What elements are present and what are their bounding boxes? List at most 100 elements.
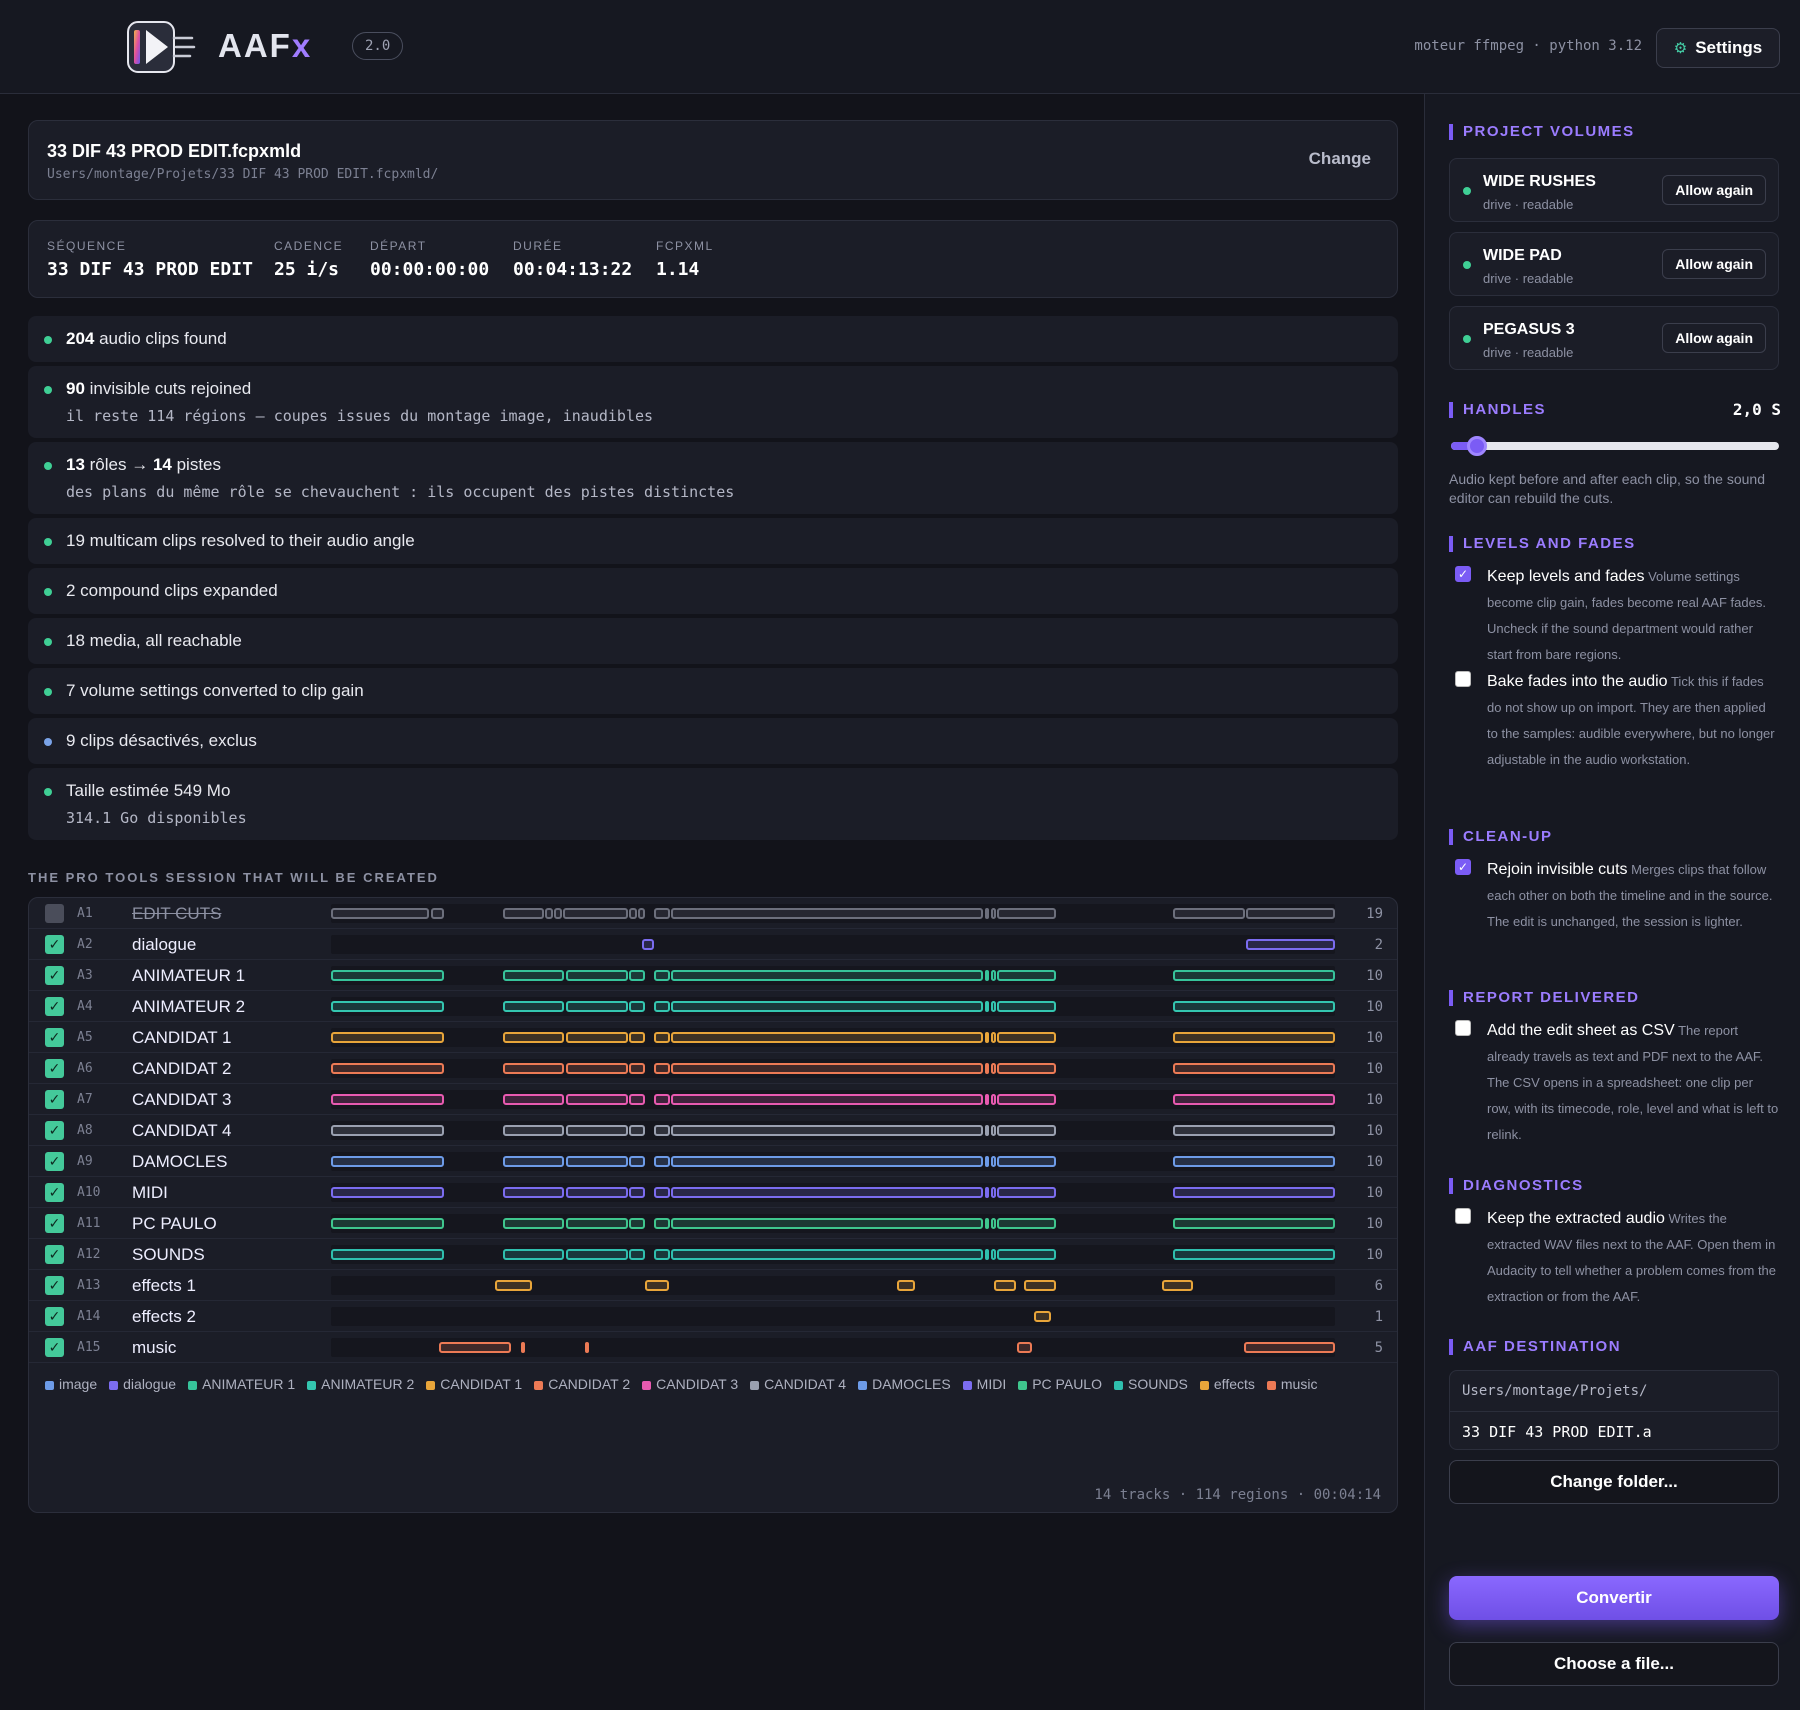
clip-region[interactable] bbox=[1173, 1063, 1335, 1074]
clip-region[interactable] bbox=[565, 1094, 629, 1105]
convert-button[interactable]: Convertir bbox=[1449, 1576, 1779, 1620]
track-checkbox[interactable]: ✓ bbox=[45, 1214, 64, 1233]
clip-region[interactable] bbox=[671, 1156, 983, 1167]
clip-region[interactable] bbox=[990, 1125, 996, 1136]
clip-region[interactable] bbox=[654, 1125, 671, 1136]
clip-region[interactable] bbox=[996, 1094, 1056, 1105]
handles-slider[interactable] bbox=[1451, 436, 1779, 456]
clip-region[interactable] bbox=[897, 1280, 916, 1291]
clip-region[interactable] bbox=[502, 1218, 564, 1229]
clip-region[interactable] bbox=[654, 1156, 671, 1167]
clip-region[interactable] bbox=[502, 1249, 564, 1260]
track-checkbox[interactable]: ✓ bbox=[45, 1245, 64, 1264]
clip-region[interactable] bbox=[585, 1342, 589, 1353]
clip-region[interactable] bbox=[996, 908, 1056, 919]
clip-region[interactable] bbox=[331, 1156, 445, 1167]
clip-region[interactable] bbox=[331, 1063, 445, 1074]
clip-region[interactable] bbox=[565, 1063, 629, 1074]
clip-region[interactable] bbox=[990, 1156, 996, 1167]
clip-region[interactable] bbox=[654, 1094, 671, 1105]
clip-region[interactable] bbox=[502, 1001, 564, 1012]
change-file-button[interactable]: Change bbox=[1309, 149, 1371, 169]
csv-checkbox[interactable] bbox=[1455, 1020, 1471, 1036]
choose-file-button[interactable]: Choose a file... bbox=[1449, 1642, 1779, 1686]
clip-region[interactable] bbox=[1173, 1125, 1335, 1136]
clip-region[interactable] bbox=[629, 1125, 646, 1136]
clip-region[interactable] bbox=[654, 1063, 671, 1074]
keep-audio-checkbox[interactable] bbox=[1455, 1208, 1471, 1224]
track-checkbox[interactable]: ✓ bbox=[45, 997, 64, 1016]
clip-region[interactable] bbox=[1243, 1342, 1335, 1353]
clip-region[interactable] bbox=[502, 1032, 564, 1043]
clip-region[interactable] bbox=[331, 1187, 445, 1198]
clip-region[interactable] bbox=[671, 1125, 983, 1136]
clip-region[interactable] bbox=[671, 1249, 983, 1260]
clip-region[interactable] bbox=[984, 1094, 989, 1105]
clip-region[interactable] bbox=[990, 1187, 996, 1198]
track-checkbox[interactable]: ✓ bbox=[45, 1307, 64, 1326]
clip-region[interactable] bbox=[996, 1218, 1056, 1229]
clip-region[interactable] bbox=[1173, 908, 1245, 919]
clip-region[interactable] bbox=[996, 970, 1056, 981]
clip-region[interactable] bbox=[439, 1342, 511, 1353]
destination-file[interactable]: 33 DIF 43 PROD EDIT.a bbox=[1462, 1423, 1652, 1441]
clip-region[interactable] bbox=[1173, 1094, 1335, 1105]
option-bake-fades[interactable]: Bake fades into the audio Tick this if f… bbox=[1449, 669, 1779, 773]
track-checkbox[interactable]: ✓ bbox=[45, 1028, 64, 1047]
clip-region[interactable] bbox=[996, 1156, 1056, 1167]
track-checkbox[interactable]: ✓ bbox=[45, 1059, 64, 1078]
track-checkbox[interactable]: ✓ bbox=[45, 1338, 64, 1357]
clip-region[interactable] bbox=[671, 1094, 983, 1105]
clip-region[interactable] bbox=[671, 1187, 983, 1198]
clip-region[interactable] bbox=[990, 1063, 996, 1074]
clip-region[interactable] bbox=[629, 1094, 646, 1105]
clip-region[interactable] bbox=[331, 908, 430, 919]
slider-knob[interactable] bbox=[1467, 436, 1488, 456]
clip-region[interactable] bbox=[1162, 1280, 1194, 1291]
clip-region[interactable] bbox=[996, 1125, 1056, 1136]
clip-region[interactable] bbox=[671, 1032, 983, 1043]
track-checkbox[interactable]: ✓ bbox=[45, 1276, 64, 1295]
clip-region[interactable] bbox=[996, 1187, 1056, 1198]
clip-region[interactable] bbox=[671, 970, 983, 981]
option-rejoin-cuts[interactable]: ✓ Rejoin invisible cuts Merges clips tha… bbox=[1449, 857, 1779, 935]
change-folder-button[interactable]: Change folder... bbox=[1449, 1460, 1779, 1504]
allow-again-button[interactable]: Allow again bbox=[1662, 249, 1766, 279]
clip-region[interactable] bbox=[553, 908, 562, 919]
clip-region[interactable] bbox=[629, 908, 638, 919]
clip-region[interactable] bbox=[671, 1063, 983, 1074]
clip-region[interactable] bbox=[984, 1032, 989, 1043]
clip-region[interactable] bbox=[1173, 1249, 1335, 1260]
clip-region[interactable] bbox=[1016, 1342, 1032, 1353]
clip-region[interactable] bbox=[1173, 1218, 1335, 1229]
clip-region[interactable] bbox=[990, 908, 996, 919]
clip-region[interactable] bbox=[990, 1218, 996, 1229]
clip-region[interactable] bbox=[331, 970, 445, 981]
clip-region[interactable] bbox=[671, 1218, 983, 1229]
clip-region[interactable] bbox=[654, 1249, 671, 1260]
clip-region[interactable] bbox=[565, 1001, 629, 1012]
track-checkbox[interactable]: ✓ bbox=[45, 1090, 64, 1109]
clip-region[interactable] bbox=[331, 1125, 445, 1136]
clip-region[interactable] bbox=[629, 1249, 646, 1260]
clip-region[interactable] bbox=[562, 908, 629, 919]
clip-region[interactable] bbox=[984, 1156, 989, 1167]
clip-region[interactable] bbox=[331, 1001, 445, 1012]
clip-region[interactable] bbox=[984, 1249, 989, 1260]
clip-region[interactable] bbox=[654, 1187, 671, 1198]
clip-region[interactable] bbox=[654, 1032, 671, 1043]
clip-region[interactable] bbox=[629, 1032, 646, 1043]
clip-region[interactable] bbox=[984, 1001, 989, 1012]
track-checkbox[interactable]: ✓ bbox=[45, 1183, 64, 1202]
allow-again-button[interactable]: Allow again bbox=[1662, 323, 1766, 353]
clip-region[interactable] bbox=[629, 1156, 646, 1167]
clip-region[interactable] bbox=[996, 1249, 1056, 1260]
clip-region[interactable] bbox=[984, 1125, 989, 1136]
clip-region[interactable] bbox=[494, 1280, 532, 1291]
clip-region[interactable] bbox=[544, 908, 553, 919]
track-checkbox[interactable]: ✓ bbox=[45, 935, 64, 954]
bake-fades-checkbox[interactable] bbox=[1455, 671, 1471, 687]
clip-region[interactable] bbox=[565, 1125, 629, 1136]
clip-region[interactable] bbox=[645, 1280, 670, 1291]
option-keep-levels[interactable]: ✓ Keep levels and fades Volume settings … bbox=[1449, 564, 1779, 668]
